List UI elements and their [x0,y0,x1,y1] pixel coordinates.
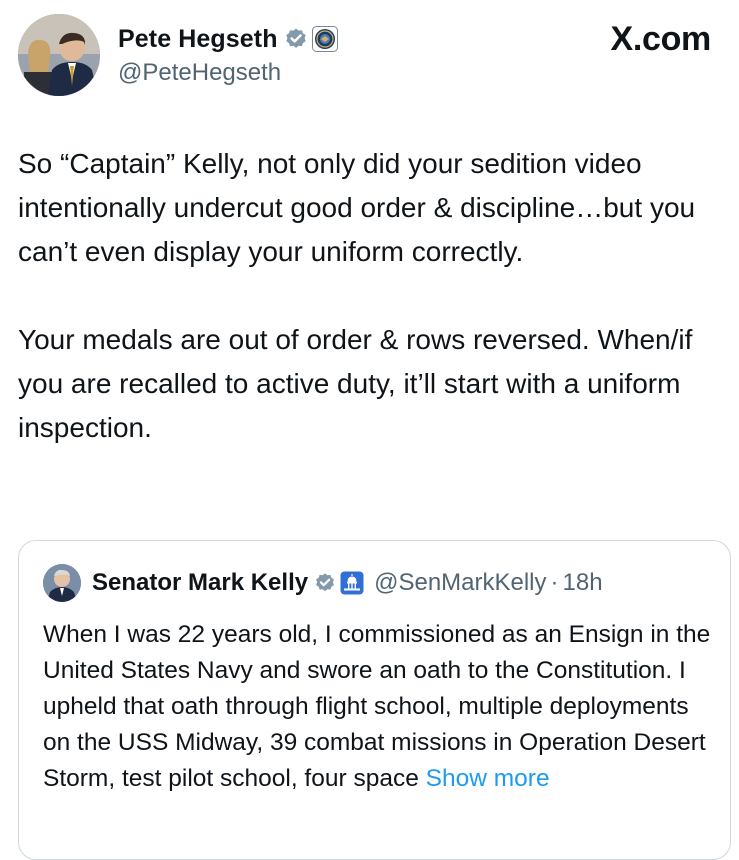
capitol-icon [340,571,364,595]
quoted-author-handle[interactable]: @SenMarkKelly [374,569,546,597]
quoted-author-name[interactable]: Senator Mark Kelly [92,569,308,597]
quoted-tweet-card[interactable]: Senator Mark Kelly @SenMarkKelly · 18h W… [18,540,731,860]
department-seal-icon [311,26,338,52]
author-handle[interactable]: @PeteHegseth [118,59,281,87]
show-more-link[interactable]: Show more [426,765,550,792]
tweet-container: Pete Hegseth @PeteHegseth X.com So “Capt… [0,0,739,860]
quoted-timestamp[interactable]: 18h [563,569,603,597]
quoted-tweet-text: When I was 22 years old, I commissioned … [43,617,718,797]
verified-badge-icon [314,572,336,594]
author-name[interactable]: Pete Hegseth [118,25,278,54]
author-avatar[interactable] [18,14,100,96]
quoted-tweet-body: When I was 22 years old, I commissioned … [43,621,711,792]
tweet-header: Pete Hegseth @PeteHegseth X.com [18,14,721,98]
tweet-text: So “Captain” Kelly, not only did your se… [18,142,723,450]
separator-dot: · [550,569,559,596]
tweet-paragraph: So “Captain” Kelly, not only did your se… [18,148,696,267]
author-name-row: Pete Hegseth [118,24,338,54]
site-label: X.com [610,20,711,58]
quoted-author-avatar[interactable] [43,564,81,602]
verified-badge-icon [284,27,308,51]
quoted-tweet-header: Senator Mark Kelly @SenMarkKelly · 18h [43,563,603,603]
tweet-paragraph: Your medals are out of order & rows reve… [18,324,693,443]
